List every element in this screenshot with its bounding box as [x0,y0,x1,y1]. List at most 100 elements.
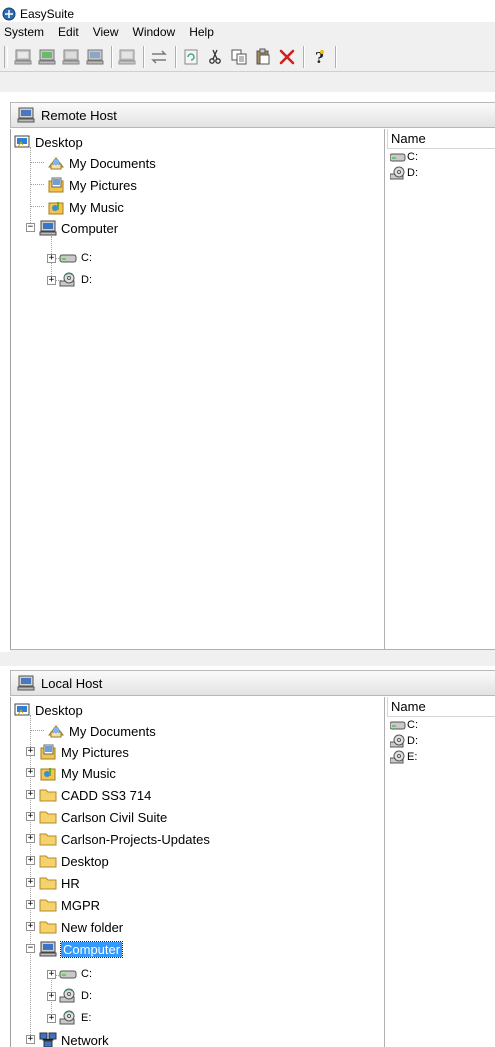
menu-help[interactable]: Help [189,25,214,39]
tree-item-label: Carlson-Projects-Updates [61,831,210,847]
drive-d-expand-toggle[interactable]: + [47,276,56,285]
folder-expand-toggle[interactable]: + [26,790,35,799]
tree-item-folder[interactable]: MGPR [39,894,100,916]
tree-item-label: Desktop [35,134,83,150]
host-settings-button[interactable] [84,46,106,68]
tree-item-computer[interactable]: Computer [39,217,118,239]
local-file-list[interactable]: Name C: D: E: [387,697,495,1047]
my-music-icon [39,764,57,782]
list-item-drive-c[interactable]: C: [387,149,495,165]
drive-e-expand-toggle[interactable]: + [47,1014,56,1023]
cd-drive-icon [390,750,405,764]
tree-item-folder[interactable]: New folder [39,916,123,938]
tree-item-drive-d[interactable]: D: [59,271,92,289]
tree-line [30,184,44,185]
toolbar-grip[interactable] [4,45,8,68]
hard-drive-icon [59,249,77,267]
paste-button[interactable] [252,46,274,68]
tree-item-my-documents[interactable]: My Documents [47,152,156,174]
folder-expand-toggle[interactable]: + [26,812,35,821]
tree-item-label: My Pictures [69,177,137,193]
remote-host-title: Remote Host [41,107,117,123]
computer-collapse-toggle[interactable]: − [26,944,35,953]
menu-edit[interactable]: Edit [58,25,79,39]
tree-item-folder[interactable]: CADD SS3 714 [39,784,151,806]
drive-d-expand-toggle[interactable]: + [47,992,56,1001]
tree-item-folder[interactable]: Carlson Civil Suite [39,806,167,828]
folder-expand-toggle[interactable]: + [26,834,35,843]
paste-icon [256,48,270,64]
tree-item-label: D: [81,274,92,286]
list-item-drive-c[interactable]: C: [387,717,495,733]
local-host-title: Local Host [41,675,103,691]
drive-c-expand-toggle[interactable]: + [47,254,56,263]
tree-item-desktop[interactable]: Desktop [13,699,83,721]
tree-item-computer[interactable]: Computer [39,938,124,960]
tree-item-my-documents[interactable]: My Documents [47,720,156,742]
refresh-button[interactable] [180,46,202,68]
remote-host-button[interactable] [36,46,58,68]
copy-button[interactable] [228,46,250,68]
tree-item-drive-d[interactable]: D: [59,987,92,1005]
cut-button[interactable] [204,46,226,68]
computer-collapse-toggle[interactable]: − [26,223,35,232]
hard-drive-icon [390,153,406,162]
name-column-header[interactable]: Name [387,697,495,717]
tree-item-my-music[interactable]: My Music [47,196,124,218]
toolbar-separator [335,45,337,68]
tree-item-network[interactable]: Network [39,1029,109,1047]
list-item-drive-e[interactable]: E: [387,749,495,765]
transfer-button[interactable] [148,46,170,68]
menu-view[interactable]: View [93,25,119,39]
folder-expand-toggle[interactable]: + [26,856,35,865]
tree-item-folder[interactable]: HR [39,872,80,894]
local-folder-tree[interactable]: Desktop My Documents + My Pictures + My … [11,697,385,1047]
my-pictures-expand-toggle[interactable]: + [26,747,35,756]
folder-expand-toggle[interactable]: + [26,878,35,887]
tree-item-folder[interactable]: Desktop [39,850,109,872]
transfer-icon [151,49,167,64]
menu-system[interactable]: System [4,25,44,39]
remote-folder-tree[interactable]: Desktop My Documents My Pictures My Musi… [11,129,385,649]
connect-host-button[interactable] [12,46,34,68]
connect-host-icon [14,49,32,64]
computer-icon [17,107,35,123]
tree-item-my-music[interactable]: My Music [39,762,116,784]
tree-item-desktop[interactable]: Desktop [13,131,83,153]
tree-item-label: MGPR [61,897,100,913]
tree-line [30,715,31,1035]
host-button[interactable] [60,46,82,68]
tree-item-drive-c[interactable]: C: [59,249,92,267]
tree-item-label: Network [61,1032,109,1047]
folder-icon [39,918,57,936]
folder-expand-toggle[interactable]: + [26,900,35,909]
tree-item-drive-e[interactable]: E: [59,1009,91,1027]
drive-c-expand-toggle[interactable]: + [47,970,56,979]
menu-window[interactable]: Window [133,25,176,39]
my-music-icon [47,198,65,216]
folder-icon [39,852,57,870]
tree-item-label: My Music [69,199,124,215]
disconnect-button[interactable] [116,46,138,68]
tree-item-drive-c[interactable]: C: [59,965,92,983]
delete-button[interactable] [276,46,298,68]
copy-icon [231,49,247,64]
name-column-header[interactable]: Name [387,129,495,149]
tree-item-my-pictures[interactable]: My Pictures [47,174,137,196]
folder-expand-toggle[interactable]: + [26,922,35,931]
delete-icon [279,49,295,64]
folder-icon [39,874,57,892]
list-item-drive-d[interactable]: D: [387,733,495,749]
pane-splitter[interactable] [0,652,495,666]
folder-icon [39,808,57,826]
list-item-drive-d[interactable]: D: [387,165,495,181]
remote-file-list[interactable]: Name C: D: [387,129,495,649]
network-expand-toggle[interactable]: + [26,1035,35,1044]
folder-icon [39,786,57,804]
help-button[interactable]: ? [308,46,330,68]
tree-item-folder[interactable]: Carlson-Projects-Updates [39,828,210,850]
tree-item-my-pictures[interactable]: My Pictures [39,741,129,763]
my-music-expand-toggle[interactable]: + [26,768,35,777]
toolbar: ? [0,42,495,72]
tree-item-label: Computer [61,220,119,236]
